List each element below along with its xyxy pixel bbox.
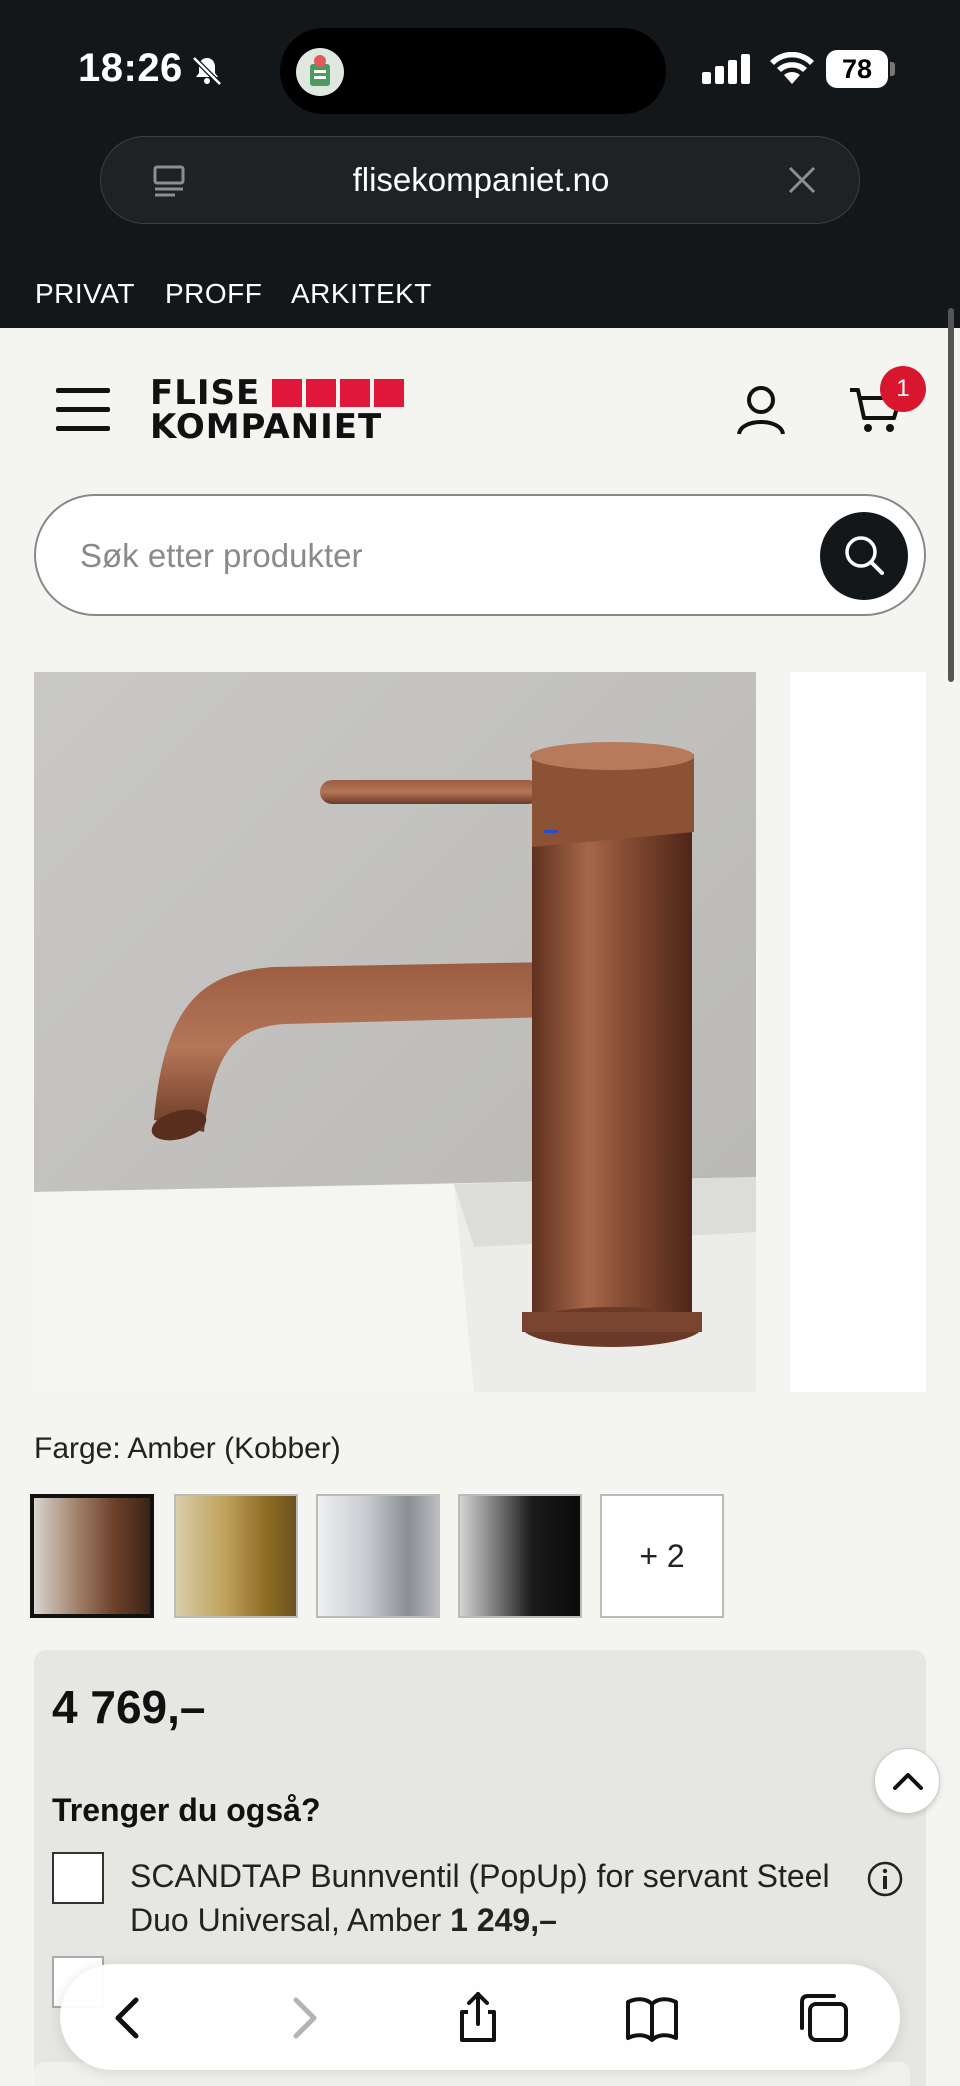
more-swatches-button[interactable]: + 2 xyxy=(600,1494,724,1618)
segment-nav: PRIVAT PROFF ARKITEKT xyxy=(0,260,960,328)
search-button[interactable] xyxy=(820,512,908,600)
battery-indicator: 78 xyxy=(826,50,896,88)
back-icon[interactable] xyxy=(100,1990,156,2046)
cart-count-badge: 1 xyxy=(880,366,926,412)
search-icon xyxy=(845,536,884,575)
address-bar[interactable]: flisekompaniet.no xyxy=(100,136,860,224)
product-price: 4 769,– xyxy=(52,1681,206,1733)
product-image[interactable] xyxy=(34,672,756,1392)
search-bar xyxy=(34,494,926,616)
scroll-to-top-button[interactable] xyxy=(874,1748,940,1814)
swatch-chrome[interactable] xyxy=(316,1494,440,1618)
info-icon[interactable] xyxy=(866,1860,904,1898)
user-account-icon[interactable] xyxy=(736,384,786,436)
status-time: 18:26 xyxy=(78,46,183,90)
color-label: Farge: Amber (Kobber) xyxy=(34,1432,341,1465)
browser-toolbar xyxy=(60,1964,900,2070)
bookmarks-icon[interactable] xyxy=(624,1990,680,2046)
url-text: flisekompaniet.no xyxy=(352,161,610,198)
battery-level: 78 xyxy=(826,50,888,88)
addons-title: Trenger du også? xyxy=(52,1792,321,1828)
logo[interactable]: FLISE KOMPANIET xyxy=(150,376,404,448)
wifi-icon xyxy=(770,52,814,84)
menu-icon[interactable] xyxy=(56,388,110,432)
logo-squares xyxy=(272,379,404,407)
bell-muted-icon xyxy=(192,56,222,86)
nav-privat[interactable]: PRIVAT xyxy=(35,278,135,310)
swatch-amber[interactable] xyxy=(30,1494,154,1618)
chevron-up-icon xyxy=(893,1773,923,1790)
swatch-gold[interactable] xyxy=(174,1494,298,1618)
addon-item: SCANDTAP Bunnventil (PopUp) for servant … xyxy=(130,1854,850,1942)
share-icon[interactable] xyxy=(450,1990,506,2046)
cellular-signal-icon xyxy=(702,54,750,84)
dynamic-island xyxy=(280,28,666,114)
addon-price: 1 249,– xyxy=(450,1902,557,1938)
page-scrollbar[interactable] xyxy=(948,308,954,682)
forward-icon[interactable] xyxy=(276,1990,332,2046)
next-product-image[interactable] xyxy=(790,672,926,1392)
swatch-black[interactable] xyxy=(458,1494,582,1618)
tabs-icon[interactable] xyxy=(796,1990,852,2046)
close-icon[interactable] xyxy=(785,163,819,197)
status-bar: 18:26 78 xyxy=(0,0,960,134)
addon-checkbox[interactable] xyxy=(52,1852,104,1904)
nav-arkitekt[interactable]: ARKITEKT xyxy=(291,278,432,310)
search-input[interactable] xyxy=(80,526,780,586)
browser-address-area: flisekompaniet.no xyxy=(0,134,960,260)
nav-proff[interactable]: PROFF xyxy=(165,278,262,310)
app-activity-icon xyxy=(296,48,344,96)
